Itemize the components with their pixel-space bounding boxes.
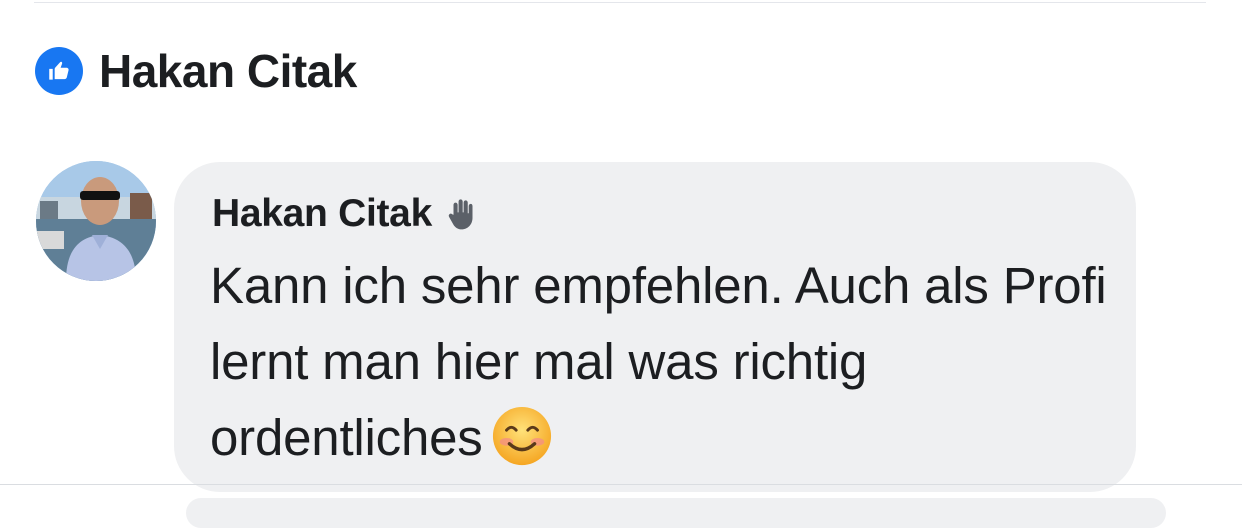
- top-divider: [34, 2, 1206, 3]
- comment-body: Kann ich sehr empfehlen. Auch als Profi …: [210, 257, 1107, 466]
- waving-hand-icon: [444, 195, 482, 233]
- reaction-row[interactable]: Hakan Citak: [35, 44, 357, 98]
- like-thumbs-up-icon: [35, 47, 83, 95]
- comment-author-name[interactable]: Hakan Citak: [212, 192, 432, 236]
- reactor-name[interactable]: Hakan Citak: [99, 44, 357, 98]
- comment-author-row: Hakan Citak: [212, 192, 482, 236]
- smiling-face-icon: [491, 405, 553, 467]
- next-comment-bubble-edge: [186, 498, 1166, 528]
- bottom-divider: [0, 484, 1242, 485]
- comment-text: Kann ich sehr empfehlen. Auch als Profi …: [210, 248, 1130, 476]
- comment-bubble[interactable]: Hakan Citak Kann ich sehr empfehlen. Auc…: [174, 162, 1136, 492]
- avatar[interactable]: [36, 161, 156, 281]
